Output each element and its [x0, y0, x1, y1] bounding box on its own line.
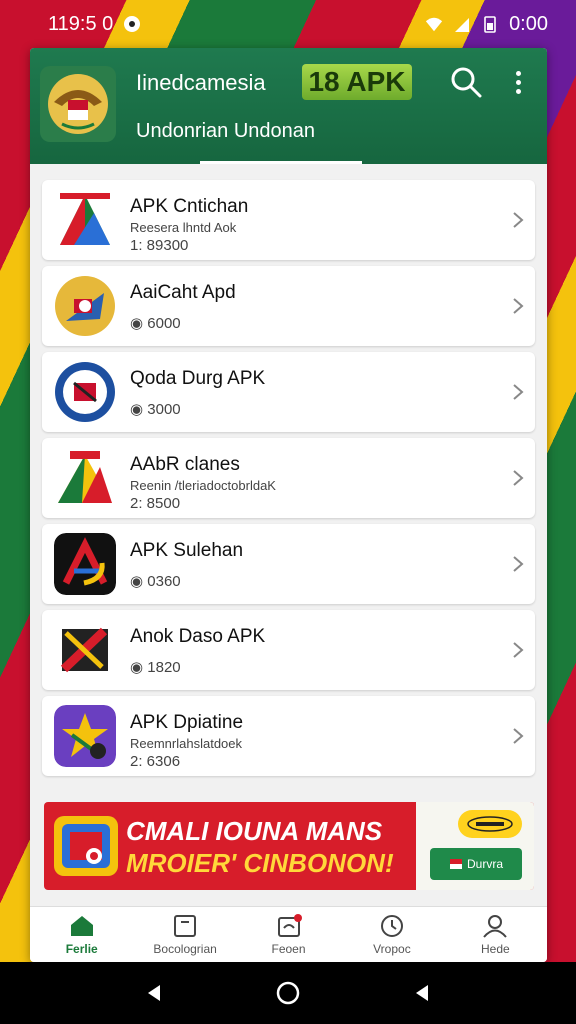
status-clock: 0:00 [509, 12, 548, 35]
signal-icon [455, 18, 470, 32]
list-item[interactable]: AaiCaht Apd ◉ 6000 [42, 266, 535, 346]
apk-count-badge: 18 APK [302, 64, 412, 100]
blue-seal-icon [54, 361, 116, 423]
item-count: 2: 6306 [130, 753, 181, 770]
triangle-logo-icon [54, 189, 116, 251]
download-icon: ◉ [130, 659, 148, 676]
app-logo [40, 66, 116, 142]
item-title: APK Dpiatine [130, 712, 244, 733]
nav-home[interactable]: Ferlie [30, 907, 133, 962]
apk-list: APK Cntichan Reesera lhntd Aok 1: 89300 … [42, 180, 535, 782]
list-item[interactable]: APK Cntichan Reesera lhntd Aok 1: 89300 [42, 180, 535, 260]
profile-icon [483, 914, 508, 938]
banner-logo-icon [54, 816, 118, 876]
nav-profile[interactable]: Hede [444, 907, 547, 962]
x-logo-icon [54, 619, 116, 681]
home-icon [70, 915, 93, 936]
chevron-right-icon [513, 728, 524, 744]
item-subtitle: Reemnrlahslatdoek [130, 736, 243, 751]
item-count: 2: 8500 [130, 495, 181, 512]
status-bar: 119:5 0 0:00 [0, 0, 576, 48]
chevron-right-icon [513, 298, 524, 314]
item-title: AAbR clanes [130, 454, 240, 475]
item-count: 1: 89300 [130, 237, 189, 254]
more-menu-icon[interactable] [506, 66, 530, 98]
system-nav-bar [0, 962, 576, 1024]
chevron-right-icon [513, 556, 524, 572]
tab-indicator [200, 161, 362, 164]
bottom-nav: Ferlie Bocologrian Feoen Vropoc Hede [30, 906, 547, 962]
clock-icon [380, 914, 403, 937]
chevron-right-icon [513, 212, 524, 228]
banner-subheadline: MROIER' CINBONON! [126, 848, 394, 878]
nav-library[interactable]: Bocologrian [133, 907, 236, 962]
item-title: APK Sulehan [130, 540, 244, 561]
chevron-right-icon [513, 384, 524, 400]
recents-icon[interactable] [412, 983, 432, 1003]
notification-icon [277, 913, 302, 937]
chevron-right-icon [513, 470, 524, 486]
app-window: Iinedcamesia 18 APK Undonrian Undonan AP… [30, 48, 547, 962]
a-logo-icon [54, 533, 116, 595]
color-triangle-icon [54, 447, 116, 509]
nav-notifications[interactable]: Feoen [237, 907, 340, 962]
banner-headline: CMALI IOUNA MANS [126, 816, 383, 846]
item-title: Qoda Durg APK [130, 368, 266, 389]
home-button-icon[interactable] [276, 981, 300, 1005]
item-count: ◉ 1820 [130, 659, 181, 676]
download-icon: ◉ [130, 401, 148, 418]
search-icon[interactable] [450, 66, 482, 98]
banner-brand-logo [458, 810, 522, 838]
ad-banner[interactable]: CMALI IOUNA MANS MROIER' CINBONON! Durvr… [44, 802, 534, 890]
brand-logo-icon [467, 816, 513, 832]
list-item[interactable]: Qoda Durg APK ◉ 3000 [42, 352, 535, 432]
item-subtitle: Reesera lhntd Aok [130, 220, 237, 235]
item-title: AaiCaht Apd [130, 282, 236, 303]
list-item[interactable]: APK Dpiatine Reemnrlahslatdoek 2: 6306 [42, 696, 535, 776]
download-icon: ◉ [130, 573, 148, 590]
banner-side: Durvra [416, 802, 534, 890]
nav-history[interactable]: Vropoc [340, 907, 443, 962]
list-item[interactable]: Anok Daso APK ◉ 1820 [42, 610, 535, 690]
item-count: ◉ 6000 [130, 315, 181, 332]
download-icon: ◉ [130, 315, 148, 332]
status-time: 119:5 0 [48, 12, 114, 35]
item-count: ◉ 0360 [130, 573, 181, 590]
tablet-icon [174, 914, 197, 937]
garuda-emblem-icon [48, 74, 108, 134]
gold-emblem-icon [54, 275, 116, 337]
item-title: Anok Daso APK [130, 626, 266, 647]
notification-dot-icon [124, 16, 141, 32]
item-title: APK Cntichan [130, 196, 249, 217]
app-header: Iinedcamesia 18 APK Undonrian Undonan [30, 48, 547, 164]
item-subtitle: Reenin /tleriadoctobrldaK [130, 478, 276, 493]
chevron-right-icon [513, 642, 524, 658]
purple-star-icon [54, 705, 116, 767]
flag-icon [449, 859, 462, 869]
banner-cta-button[interactable]: Durvra [430, 848, 522, 880]
item-count: ◉ 3000 [130, 401, 181, 418]
list-item[interactable]: APK Sulehan ◉ 0360 [42, 524, 535, 604]
app-subtitle: Undonrian Undonan [136, 120, 316, 142]
wifi-icon [425, 17, 443, 32]
app-title: Iinedcamesia [136, 70, 266, 95]
list-item[interactable]: AAbR clanes Reenin /tleriadoctobrldaK 2:… [42, 438, 535, 518]
battery-icon [484, 16, 496, 33]
back-icon[interactable] [144, 983, 164, 1003]
